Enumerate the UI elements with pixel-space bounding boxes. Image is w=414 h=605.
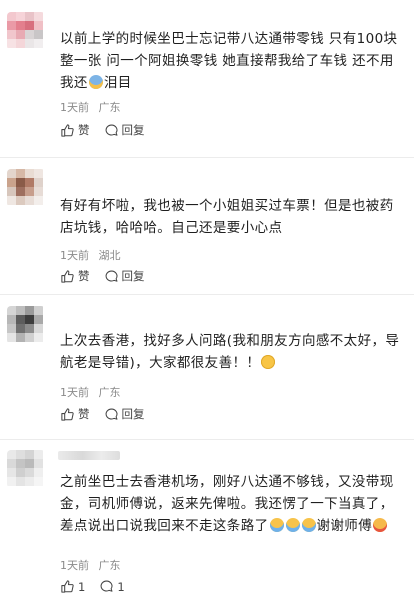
reply-label: 回复	[121, 123, 145, 137]
comment-tail: 泪目	[103, 75, 132, 91]
comment-item: 以前上学的时候坐巴士忘记带八达通带零钱 只有100块整一张 问一个阿姐换零钱 她…	[0, 0, 414, 158]
timestamp: 1天前	[60, 249, 89, 262]
comment-tail: 谢谢师傅	[316, 518, 373, 534]
thumbs-up-icon	[61, 269, 74, 283]
like-button[interactable]: 赞	[60, 268, 90, 284]
like-label: 赞	[78, 407, 90, 421]
reply-button[interactable]: 回复	[104, 122, 145, 138]
comment-body: 有好有坏啦，我也被一个小姐姐买过车票！但是也被药店坑钱，哈哈哈。自己还是要小心点	[60, 198, 394, 236]
username-blurred[interactable]	[58, 451, 120, 460]
reply-button[interactable]: 回复	[104, 268, 145, 284]
comment-item: 有好有坏啦，我也被一个小姐姐买过车票！但是也被药店坑钱，哈哈哈。自己还是要小心点…	[0, 158, 414, 295]
location: 广东	[98, 559, 121, 572]
comment-meta: 1天前 广东	[60, 557, 121, 573]
comment-meta: 1天前 广东	[60, 99, 121, 115]
like-label: 赞	[78, 269, 90, 283]
comment-bubble-icon	[105, 408, 117, 420]
reply-button[interactable]: 1	[99, 579, 125, 594]
comment-meta: 1天前 湖北	[60, 247, 121, 263]
comment-text: 以前上学的时候坐巴士忘记带八达通带零钱 只有100块整一张 问一个阿姐换零钱 她…	[60, 28, 400, 94]
like-button[interactable]: 赞	[60, 406, 90, 422]
crying-emoji-icon	[88, 75, 103, 89]
thumbs-up-icon	[61, 580, 74, 593]
comment-meta: 1天前 广东	[60, 384, 121, 400]
timestamp: 1天前	[60, 101, 89, 114]
comment-text: 有好有坏啦，我也被一个小姐姐买过车票！但是也被药店坑钱，哈哈哈。自己还是要小心点	[60, 195, 400, 239]
crying-emoji-icon	[269, 518, 284, 532]
comment-bubble-icon	[105, 124, 117, 136]
reply-label: 回复	[121, 407, 145, 421]
avatar[interactable]	[7, 306, 45, 344]
timestamp: 1天前	[60, 386, 89, 399]
like-button[interactable]: 赞	[60, 122, 90, 138]
reply-label: 回复	[121, 269, 145, 283]
avatar[interactable]	[7, 12, 45, 50]
avatar[interactable]	[7, 450, 45, 488]
like-count: 1	[78, 579, 86, 594]
comment-item: 上次去香港，找好多人问路(我和朋友方向感不太好，导航老是导错)，大家都很友善！！…	[0, 295, 414, 440]
location: 广东	[98, 386, 121, 399]
reply-count: 1	[117, 579, 125, 594]
pleading-emoji-icon	[373, 518, 388, 532]
comment-actions: 赞 回复	[60, 268, 159, 284]
crying-emoji-icon	[301, 518, 316, 532]
like-label: 赞	[78, 123, 90, 137]
reply-button[interactable]: 回复	[104, 406, 145, 422]
crying-emoji-icon	[285, 518, 300, 532]
like-button[interactable]: 1	[60, 579, 85, 594]
avatar[interactable]	[7, 169, 45, 207]
comment-actions: 赞 回复	[60, 122, 159, 138]
comment-body: 上次去香港，找好多人问路(我和朋友方向感不太好，导航老是导错)，大家都很友善！！	[60, 333, 400, 371]
location: 广东	[98, 101, 121, 114]
thumbs-up-icon	[61, 407, 74, 421]
thumbs-up-icon	[61, 123, 74, 137]
comment-actions: 1 1	[60, 579, 139, 594]
comment-bubble-icon	[105, 270, 117, 282]
comment-bubble-icon	[100, 580, 113, 592]
comment-text: 上次去香港，找好多人问路(我和朋友方向感不太好，导航老是导错)，大家都很友善！！	[60, 330, 400, 374]
comment-item: 之前坐巴士去香港机场，刚好八达通不够钱，又没带现金，司机师傅说，返来先俾啦。我还…	[0, 440, 414, 605]
timestamp: 1天前	[60, 559, 89, 572]
smile-emoji-icon	[261, 355, 276, 369]
comment-text: 之前坐巴士去香港机场，刚好八达通不够钱，又没带现金，司机师傅说，返来先俾啦。我还…	[60, 471, 400, 537]
location: 湖北	[98, 249, 121, 262]
comment-actions: 赞 回复	[60, 406, 159, 422]
